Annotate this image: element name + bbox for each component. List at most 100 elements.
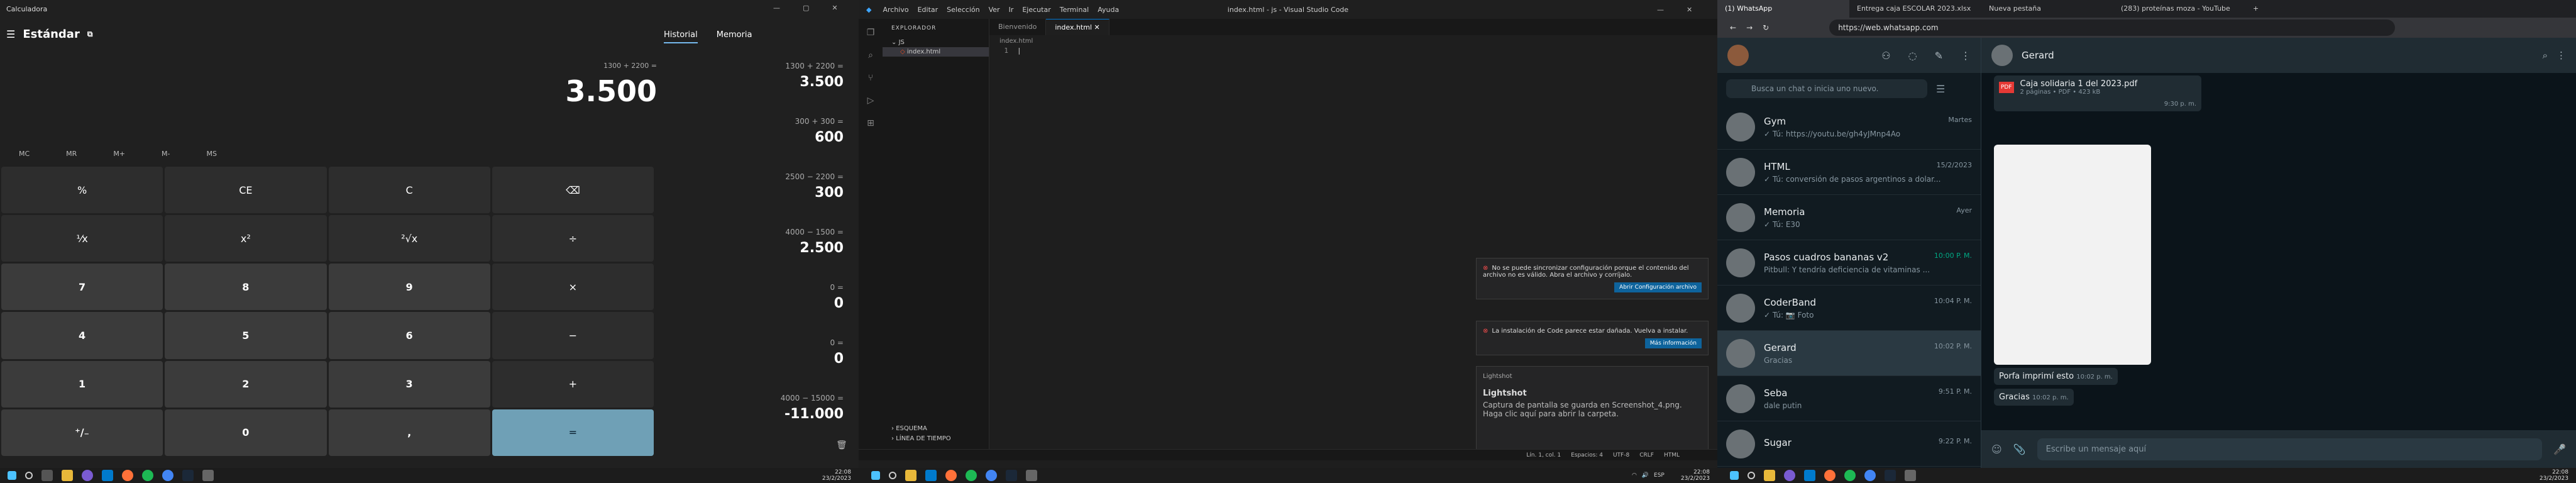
tab-history[interactable]: Historial	[664, 30, 698, 43]
key-multiply[interactable]: ×	[492, 264, 654, 311]
key-1[interactable]: 1	[1, 360, 163, 408]
search-icon[interactable]	[889, 472, 896, 479]
key-divide[interactable]: ÷	[492, 215, 654, 262]
spotify-icon[interactable]	[1844, 470, 1856, 481]
menu-ver[interactable]: Ver	[989, 6, 1000, 14]
code-editor[interactable]: 1 |	[989, 47, 1021, 55]
open-settings-button[interactable]: Abrir Configuración archivo	[1614, 282, 1702, 292]
firefox-icon[interactable]	[122, 470, 133, 481]
search-icon[interactable]: ⌕	[868, 50, 873, 60]
tab-new[interactable]: Nueva pestaña	[1981, 0, 2113, 18]
chrome-icon[interactable]	[986, 470, 997, 481]
status-eol[interactable]: CRLF	[1639, 452, 1654, 458]
key-sqrt[interactable]: ²√x	[328, 215, 490, 262]
obs-icon[interactable]	[1784, 470, 1795, 481]
key-5[interactable]: 5	[165, 312, 327, 359]
back-icon[interactable]: ←	[1730, 23, 1736, 32]
memory-recall-button[interactable]: MR	[66, 150, 77, 158]
file-explorer-icon[interactable]	[1764, 470, 1775, 481]
maximize-icon[interactable]: ▢	[803, 4, 809, 12]
explorer-icon[interactable]: ❐	[867, 28, 875, 38]
minimize-icon[interactable]: —	[773, 4, 780, 12]
key-minus[interactable]: −	[492, 312, 654, 359]
search-icon[interactable]: ⌕	[2543, 50, 2548, 61]
status-indent[interactable]: Espacios: 4	[1571, 452, 1603, 458]
key-8[interactable]: 8	[165, 264, 327, 311]
breadcrumb[interactable]: index.html	[999, 38, 1033, 45]
extensions-icon[interactable]: ⊞	[867, 118, 874, 128]
language-indicator[interactable]: ESP	[1654, 472, 1665, 479]
firefox-icon[interactable]	[1824, 470, 1836, 481]
windows-start-icon[interactable]	[871, 471, 880, 480]
chrome-icon[interactable]	[162, 470, 173, 481]
avatar[interactable]	[1727, 45, 1749, 66]
history-item[interactable]: 300 + 300 = 600	[660, 117, 844, 169]
key-negate[interactable]: ⁺/₋	[1, 409, 163, 456]
task-view-icon[interactable]	[41, 470, 53, 481]
key-2[interactable]: 2	[165, 360, 327, 408]
close-icon[interactable]: ✕	[1094, 23, 1100, 31]
history-item[interactable]: 0 = 0	[660, 338, 844, 390]
vscode-icon[interactable]	[925, 470, 937, 481]
steam-icon[interactable]	[1885, 470, 1896, 481]
chat-item[interactable]: Sugar 9:22 P. M.	[1717, 421, 1981, 467]
key-7[interactable]: 7	[1, 264, 163, 311]
source-control-icon[interactable]: ⑂	[868, 73, 873, 83]
message-bubble[interactable]: Gracias 10:02 p. m.	[1994, 389, 2074, 406]
memory-store-button[interactable]: MS	[207, 150, 217, 158]
status-icon[interactable]: ◌	[1908, 50, 1917, 62]
windows-start-icon[interactable]	[8, 471, 16, 480]
url-input[interactable]: https://web.whatsapp.com	[1829, 19, 2396, 36]
menu-archivo[interactable]: Archivo	[883, 6, 908, 14]
tab-memory[interactable]: Memoria	[717, 30, 752, 43]
attach-icon[interactable]: 📎	[2013, 443, 2026, 455]
menu-ayuda[interactable]: Ayuda	[1098, 6, 1119, 14]
windows-start-icon[interactable]	[1730, 471, 1739, 480]
memory-subtract-button[interactable]: M-	[162, 150, 170, 158]
vscode-icon[interactable]	[102, 470, 113, 481]
menu-terminal[interactable]: Terminal	[1060, 6, 1089, 14]
document-message[interactable]: PDF Caja solidaria 1 del 2023.pdf 2 págin…	[1994, 75, 2201, 111]
run-debug-icon[interactable]: ▷	[867, 96, 874, 106]
tab-youtube[interactable]: (283) proteínas moza - YouTube	[2113, 0, 2245, 18]
chrome-icon[interactable]	[1864, 470, 1876, 481]
chat-item[interactable]: Memoria Ayer ✓ Tú: E30	[1717, 195, 1981, 240]
steam-icon[interactable]	[1006, 470, 1017, 481]
file-item[interactable]: ◇ index.html	[883, 47, 989, 57]
new-chat-icon[interactable]: ✎	[1935, 50, 1943, 62]
search-icon[interactable]	[1748, 472, 1755, 479]
timeline-section[interactable]: › LÍNEA DE TIEMPO	[883, 434, 960, 443]
close-icon[interactable]: ✕	[832, 4, 837, 12]
key-4[interactable]: 4	[1, 312, 163, 359]
volume-icon[interactable]: 🔊	[1642, 472, 1649, 479]
tab-welcome[interactable]: Bienvenido	[989, 19, 1047, 35]
contact-name[interactable]: Gerard	[2022, 50, 2054, 61]
history-item[interactable]: 4000 − 1500 = 2.500	[660, 228, 844, 279]
taskbar-clock[interactable]: 22:08 23/2/2023	[2540, 469, 2576, 482]
key-6[interactable]: 6	[328, 312, 490, 359]
memory-add-button[interactable]: M+	[113, 150, 125, 158]
chat-item[interactable]: HTML 15/2/2023 ✓ Tú: conversión de pasos a…	[1717, 150, 1981, 195]
close-icon[interactable]: ✕	[1687, 6, 1692, 14]
calculator-icon[interactable]	[202, 470, 214, 481]
keep-on-top-icon[interactable]: ⧉	[87, 30, 93, 39]
history-item[interactable]: 1300 + 2200 = 3.500	[660, 62, 844, 113]
avatar[interactable]	[1991, 45, 2013, 66]
vscode-icon[interactable]	[1804, 470, 1815, 481]
folder-item[interactable]: ⌄ JS	[883, 38, 989, 47]
microphone-icon[interactable]: 🎤	[2553, 443, 2566, 455]
tab-excel[interactable]: Entrega caja ESCOLAR 2023.xlsx	[1849, 0, 1981, 18]
calculator-icon[interactable]	[1905, 470, 1916, 481]
menu-icon[interactable]: ⋮	[2557, 50, 2566, 61]
tab-whatsapp[interactable]: (1) WhatsApp	[1717, 0, 1849, 18]
menu-ejecutar[interactable]: Ejecutar	[1022, 6, 1050, 14]
message-input[interactable]: Escribe un mensaje aquí	[2037, 438, 2543, 460]
reload-icon[interactable]: ↻	[1763, 23, 1769, 32]
forward-icon[interactable]: →	[1746, 23, 1753, 32]
status-language[interactable]: HTML	[1664, 452, 1680, 458]
history-item[interactable]: 4000 − 15000 = -11.000	[660, 394, 844, 445]
key-percent[interactable]: %	[1, 167, 163, 214]
memory-clear-button[interactable]: MC	[19, 150, 30, 158]
message-bubble[interactable]: Porfa imprimí esto 10:02 p. m.	[1994, 368, 2118, 385]
key-equals[interactable]: =	[492, 409, 654, 456]
